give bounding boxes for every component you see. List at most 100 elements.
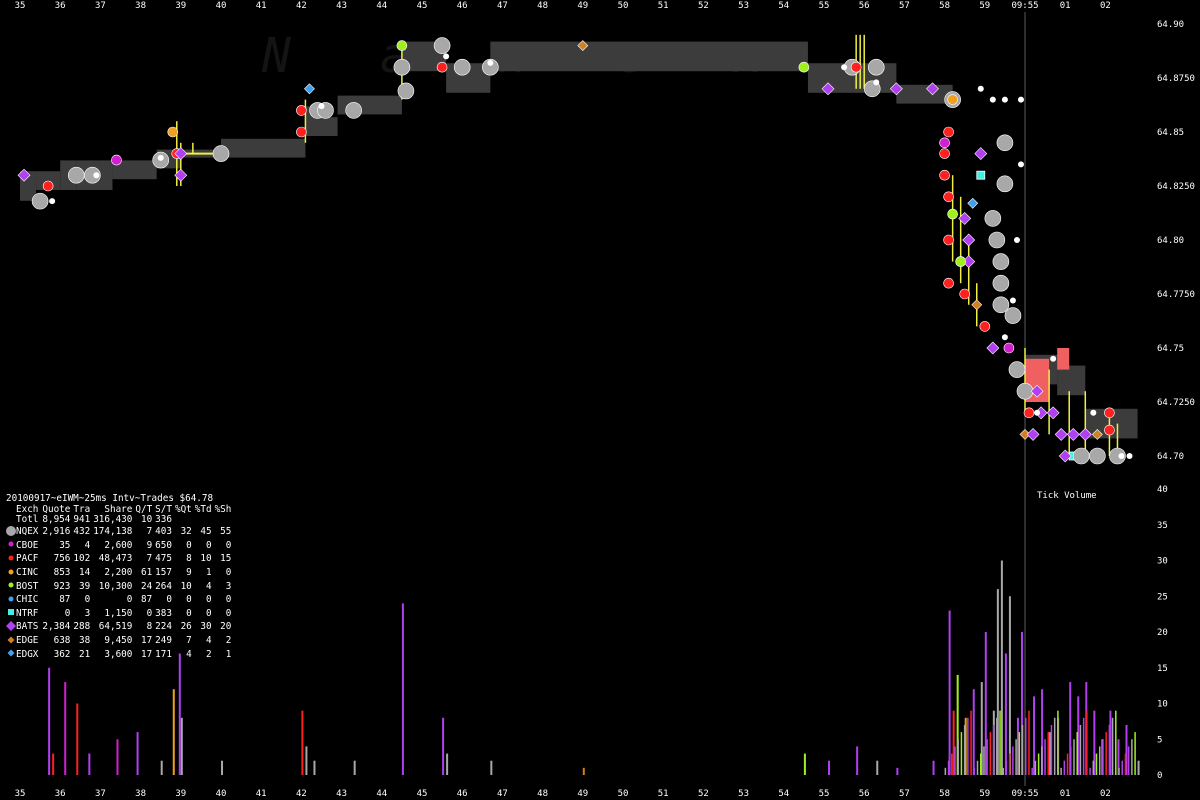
trade-marker-circle — [955, 256, 966, 267]
volume-bar — [442, 717, 445, 775]
legend-cell-ptd: 4 — [205, 635, 212, 647]
x-tick-label-top: 40 — [216, 1, 227, 11]
volume-bar — [116, 739, 119, 775]
volume-bar — [1044, 739, 1046, 775]
trade-marker-circle — [393, 58, 411, 76]
legend-cell-exch: BOST — [16, 580, 39, 592]
volume-bar — [1082, 717, 1085, 775]
legend-cell-quote: 35 — [59, 539, 71, 551]
exchange-stats-legend: 20100917~eIWM~25ms Intv~Trades $64.78 Ex… — [6, 493, 235, 662]
legend-cell-qt: 61 — [140, 567, 153, 579]
y-tick-label-price: 64.8750 — [1157, 74, 1195, 84]
volume-bar — [1063, 760, 1066, 775]
x-tick-label-top: 02 — [1100, 1, 1111, 11]
legend-cell-quote: 923 — [53, 580, 71, 592]
trade-marker-circle — [850, 61, 862, 73]
quote-dot — [1013, 237, 1020, 243]
y-tick-label-price: 64.7750 — [1157, 290, 1195, 300]
trade-marker-circle — [1016, 382, 1034, 400]
exchange-marker-glyph — [8, 582, 14, 588]
quote-dot — [873, 79, 880, 86]
quote-dot — [977, 85, 984, 92]
volume-bar — [932, 760, 935, 775]
legend-header: %Td — [194, 503, 212, 515]
legend-cell-qt: 87 — [140, 594, 153, 606]
legend-cell-ptd: 0 — [205, 607, 212, 619]
x-tick-label-bottom: 35 — [15, 789, 26, 799]
x-tick-label-bottom: 36 — [55, 789, 66, 799]
volume-bar — [856, 746, 859, 775]
legend-cell-share: 3,600 — [104, 648, 133, 660]
volume-bar — [1131, 739, 1133, 775]
quote-dot — [443, 53, 450, 60]
legend-cell-pq: 10 — [180, 580, 192, 592]
x-tick-label-bottom: 37 — [95, 789, 106, 799]
exchange-marker-icon — [6, 525, 16, 540]
legend-cell-tra: 14 — [78, 567, 91, 579]
legend-cell-qt: 9 — [146, 539, 153, 551]
x-tick-label-bottom: 09:55 — [1011, 789, 1038, 799]
legend-cell-tra: 432 — [73, 526, 91, 538]
volume-bar — [1015, 739, 1017, 775]
legend-cell-pq: 0 — [186, 594, 192, 606]
legend-cell-psh: 1 — [225, 648, 232, 660]
quote-dot — [841, 64, 848, 71]
exchange-marker-shape — [8, 582, 14, 588]
crossed-quote-block — [1057, 348, 1070, 370]
legend-cell-ptd: 4 — [205, 580, 212, 592]
legend-cell-ptd: 45 — [200, 526, 212, 538]
quote-dot — [487, 59, 494, 66]
legend-cell-psh: 0 — [225, 539, 232, 551]
legend-cell-pq: 0 — [186, 539, 192, 551]
trade-marker-square — [976, 170, 986, 180]
exchange-marker-icon — [6, 567, 16, 581]
y-tick-label-volume: 20 — [1157, 628, 1168, 638]
x-tick-label-bottom: 50 — [618, 789, 629, 799]
trade-marker-circle — [167, 126, 179, 138]
quote-dot — [1090, 409, 1097, 416]
quote-dot — [1050, 355, 1057, 362]
legend-cell-st: 403 — [155, 526, 172, 538]
watermark-letter: N — [261, 28, 292, 84]
trade-marker-circle — [1003, 342, 1015, 354]
legend-cell-ptd: 10 — [200, 553, 212, 565]
exchange-marker-icon — [6, 539, 16, 553]
legend-cell-exch: CHIC — [16, 594, 39, 606]
legend-row: NTRF 0 3 1,150 0 383 0 0 0 — [6, 607, 234, 621]
legend-cell-psh — [215, 515, 235, 526]
volume-bar — [1005, 760, 1008, 775]
legend-cell-tra: 38 — [78, 635, 91, 647]
x-tick-label-bottom: 55 — [819, 789, 830, 799]
volume-bar — [954, 746, 956, 775]
exchange-marker-icon — [6, 620, 16, 635]
tick-chart: Nanex 3535363637373838393940404141424243… — [0, 0, 1200, 800]
legend-cell-quote: 8,954 — [42, 514, 71, 526]
trade-marker-circle — [436, 61, 448, 73]
exchange-marker-icon — [6, 594, 16, 608]
x-tick-label-top: 37 — [95, 1, 106, 11]
volume-bar — [999, 710, 1001, 775]
quote-dot — [93, 172, 100, 179]
x-tick-label-top: 36 — [55, 1, 66, 11]
legend-cell-tra: 0 — [84, 594, 91, 606]
volume-bar — [828, 760, 831, 775]
trade-marker-circle — [947, 94, 958, 105]
exchange-marker-icon — [6, 580, 16, 594]
y-tick-label-volume: 5 — [1157, 735, 1162, 745]
y-tick-label-volume: 10 — [1157, 700, 1168, 710]
nbbo-band — [896, 84, 953, 104]
volume-bar — [960, 732, 963, 775]
y-tick-label-volume: 25 — [1157, 592, 1168, 602]
legend-cell-share: 2,600 — [104, 539, 133, 551]
y-tick-label-price: 64.85 — [1157, 128, 1184, 138]
legend-row: NQEX 2,916 432 174,138 7 403 32 45 55 — [6, 525, 234, 540]
volume-bar — [803, 753, 806, 775]
exchange-stats-table: Exch Quote Tra Share Q/T S/T %Qt %Td %Sh Totl 8,9… — [6, 503, 235, 662]
quote-dot — [157, 154, 164, 161]
volume-bar — [1018, 732, 1021, 775]
legend-cell-tra: 102 — [73, 553, 91, 565]
legend-cell-st: 171 — [155, 648, 172, 660]
legend-cell-ptd — [195, 515, 215, 526]
exchange-marker-glyph — [8, 609, 14, 616]
legend-cell-ptd: 1 — [205, 567, 212, 579]
